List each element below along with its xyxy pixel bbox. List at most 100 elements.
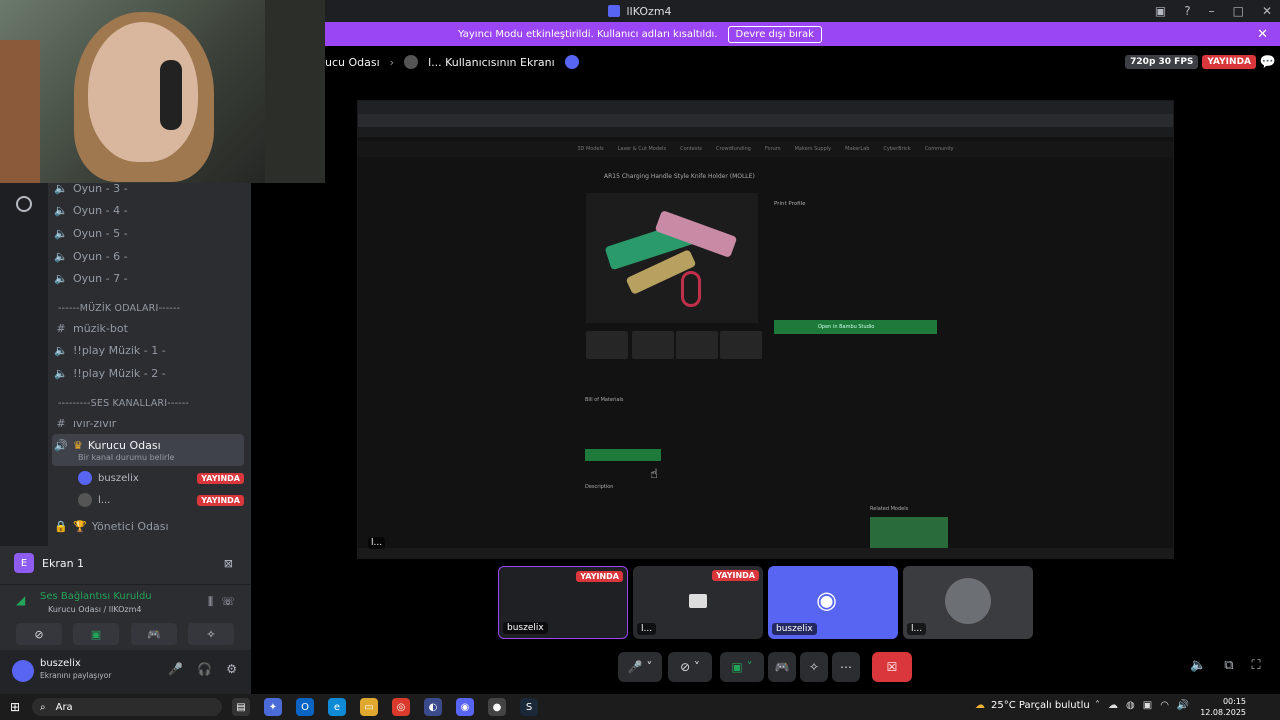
task-view-icon[interactable]: ▤ [232,698,250,716]
soundboard-control[interactable]: ✧ [800,652,828,682]
stream-view[interactable]: 3D Models Laser & Cut Models Contests Cr… [357,100,1174,559]
stop-screen-icon[interactable]: ⊠ [224,557,233,570]
speaker-icon: 🔊 [54,438,68,452]
hashtag-icon: # [56,416,66,430]
mute-button[interactable]: 🎤 ˅ [618,652,662,682]
chrome-icon[interactable]: ◎ [392,698,410,716]
fullscreen-icon[interactable]: ⛶ [1251,658,1260,674]
activity-control[interactable]: 🎮 [768,652,796,682]
voice-channel-yonetici-odasi[interactable]: 🔒 🏆 Yönetici Odası [54,516,244,536]
wifi-icon[interactable]: ◠ [1160,700,1169,711]
participant-tile[interactable]: ◉ buszelix [768,566,898,639]
discord-taskbar-icon[interactable]: ◉ [456,698,474,716]
app-icon[interactable]: ◐ [424,698,442,716]
discord-logo-icon: ◉ [816,586,837,614]
text-channel-muzik-bot[interactable]: # müzik-bot [54,318,244,338]
model-image [586,193,758,323]
tray-app-icon[interactable]: ☁ [1108,700,1118,711]
inbox-icon[interactable]: ▣ [1155,4,1166,18]
tray-app-icon[interactable]: ▣ [1143,700,1152,711]
disable-streamer-mode-button[interactable]: Devre dışı bırak [727,25,822,43]
system-tray: ˄ ☁ ◍ ▣ ◠ 🔊 [1095,700,1189,711]
voice-channel-kurucu-odasi[interactable]: 🔊 ♛ Kurucu Odası [54,435,244,455]
taskbar-search[interactable]: ⌕ Ara [32,698,222,716]
webcam-overlay [0,0,325,183]
camera-off-button[interactable]: ⊘ [16,623,62,645]
speaker-tray-icon[interactable]: 🔊 [1177,700,1189,711]
channel-label: Kurucu Odası [87,438,161,452]
participant-tile[interactable]: l... [903,566,1033,639]
participant-tile[interactable]: YAYINDA buszelix [498,566,628,639]
popout-icon[interactable]: ⧉ [1224,658,1233,674]
nav-item: Community [924,146,954,152]
member-name: l... [98,494,111,506]
screen-share-button[interactable]: ▣ [73,623,119,645]
volume-icon[interactable]: 🔈 [1190,658,1206,674]
disconnect-icon[interactable]: ☏ [221,595,235,608]
member-row[interactable]: buszelix YAYINDA [78,469,244,487]
screen-badge: E [14,553,34,573]
search-placeholder: Ara [55,701,73,713]
windows-taskbar: ⊞ ⌕ Ara ▤ ✦ O e ▭ ◎ ◐ ◉ ● S ☁ 25°C Parça… [0,694,1280,720]
user-name[interactable]: buszelix [40,658,81,669]
crown-icon: ♛ [73,438,83,452]
voice-connection-panel: ◢ Ses Bağlantısı Kuruldu Kurucu Odası / … [0,584,251,650]
nav-item: Makers Supply [794,146,832,152]
settings-gear-icon[interactable]: ⚙ [226,662,237,676]
channel-label: Oyun - 7 - [73,271,128,285]
voice-channel-oyun-7[interactable]: 🔈 Oyun - 7 - [54,268,244,288]
screen-label: Ekran 1 [42,556,85,570]
weather-text: 25°C Parçalı bulutlu [991,700,1090,711]
obs-icon[interactable]: ● [488,698,506,716]
voice-channel-oyun-4[interactable]: 🔈 Oyun - 4 - [54,200,244,220]
microphone-icon[interactable]: 🎤 [168,662,183,676]
member-row[interactable]: l... YAYINDA [78,491,244,509]
camera-button[interactable]: ⊘ ˅ [668,652,712,682]
channel-status-hint[interactable]: Bir kanal durumu belirle [78,453,174,462]
clock-time: 00:15 [1222,697,1246,706]
more-options-icon[interactable]: ⋯ [832,652,860,682]
copilot-icon[interactable]: ✦ [264,698,282,716]
tray-app-icon[interactable]: ◍ [1126,700,1135,711]
participant-avatar [945,578,991,624]
maximize-button[interactable]: □ [1233,4,1244,18]
outlook-icon[interactable]: O [296,698,314,716]
close-window-button[interactable]: ✕ [1262,4,1272,18]
avatar [78,471,92,485]
soundboard-button[interactable]: ✧ [188,623,234,645]
signal-icon[interactable]: ◢ [16,593,25,607]
weather-widget[interactable]: ☁ 25°C Parçalı bulutlu [975,700,1090,711]
minimize-button[interactable]: – [1209,4,1215,18]
user-avatar[interactable] [12,660,34,682]
edge-icon[interactable]: e [328,698,346,716]
stage-right-controls: 🔈 ⧉ ⛶ [1190,658,1270,674]
voice-status[interactable]: Ses Bağlantısı Kuruldu [40,591,152,602]
category-voice[interactable]: ---------SES KANALLARI------ [58,398,189,409]
taskbar-clock[interactable]: 00:15 12.08.2025 [1200,696,1246,718]
discover-icon[interactable] [16,196,32,212]
voice-channel-oyun-6[interactable]: 🔈 Oyun - 6 - [54,246,244,266]
noise-suppression-icon[interactable]: ⫼ [208,595,213,609]
voice-channel-muzik-2[interactable]: 🔈 !!play Müzik - 2 - [54,363,244,383]
screen-share-control[interactable]: ▣ ˅ [720,652,764,682]
help-icon[interactable]: ? [1184,4,1190,18]
stream-owner-label: l... [368,537,386,549]
file-explorer-icon[interactable]: ▭ [360,698,378,716]
chat-icon[interactable]: 💬 [1260,55,1276,70]
participant-tile[interactable]: YAYINDA l... [633,566,763,639]
tray-chevron-icon[interactable]: ˄ [1095,700,1100,711]
browser-tabs [358,101,1173,114]
product-title: AR15 Charging Handle Style Knife Holder … [604,173,755,180]
category-music[interactable]: ------MÜZİK ODALARI------ [58,303,180,314]
close-banner-icon[interactable]: ✕ [1257,27,1268,42]
nav-item: MakerLab [845,146,870,152]
voice-channel-oyun-5[interactable]: 🔈 Oyun - 5 - [54,223,244,243]
leave-call-button[interactable]: ☒ [872,652,912,682]
steam-icon[interactable]: S [520,698,538,716]
voice-channel-muzik-1[interactable]: 🔈 !!play Müzik - 1 - [54,340,244,360]
windows-start-icon[interactable]: ⊞ [10,700,20,714]
headphones-icon[interactable]: 🎧 [197,662,212,676]
breadcrumb-channel[interactable]: ucu Odası [325,56,380,69]
activity-button[interactable]: 🎮 [131,623,177,645]
text-channel-ivir-zivir[interactable]: # ıvır-zıvır [54,413,244,433]
